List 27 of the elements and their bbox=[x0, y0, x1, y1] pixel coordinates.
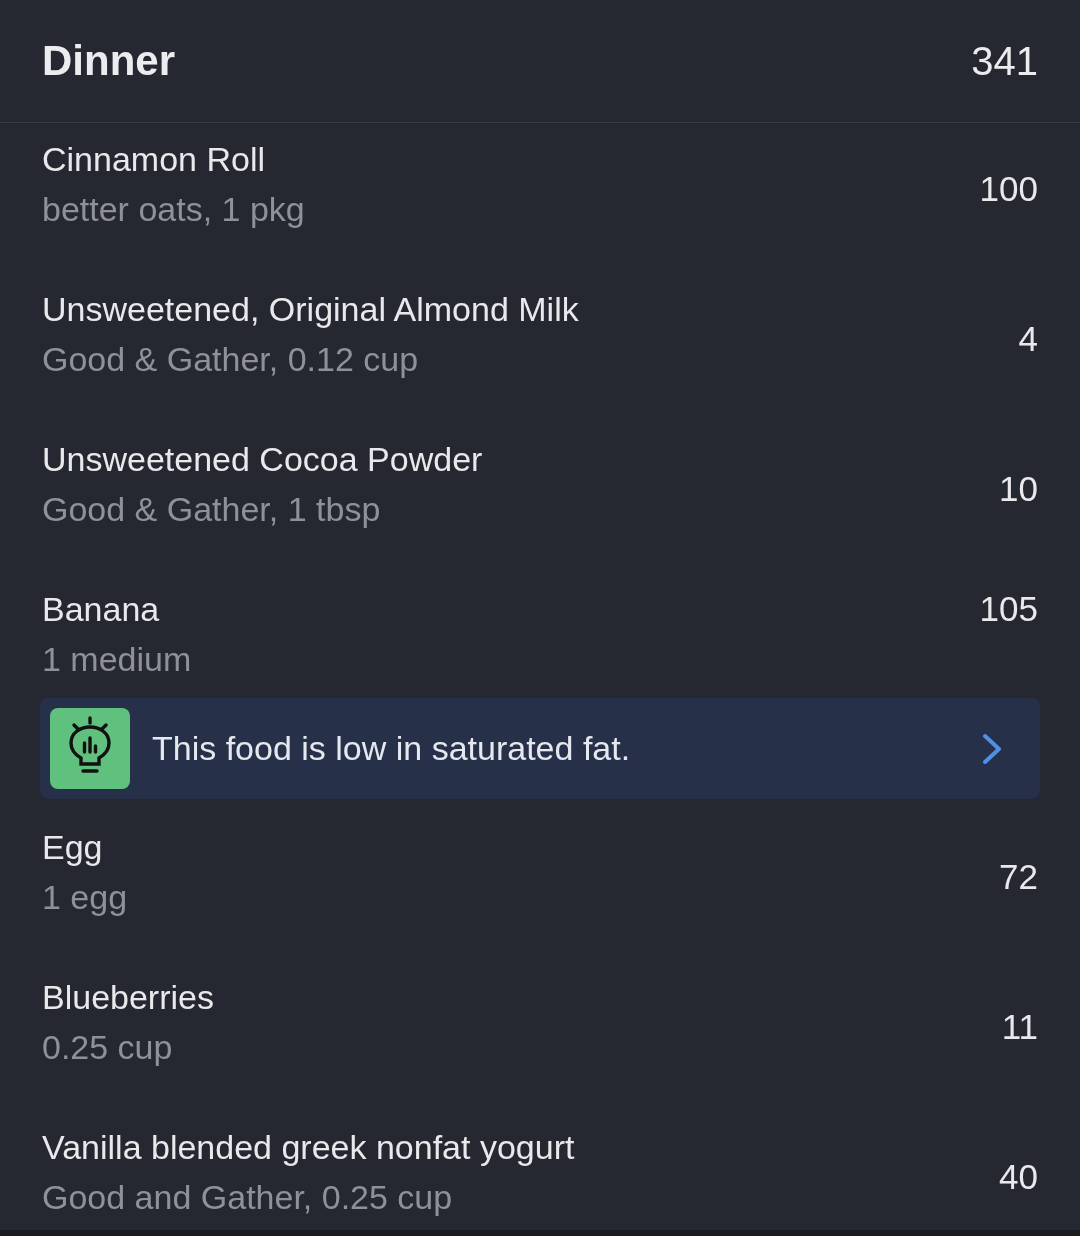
food-calories: 105 bbox=[979, 588, 1038, 630]
meal-title: Dinner bbox=[42, 40, 175, 82]
food-serving: 1 egg bbox=[42, 877, 128, 918]
food-name[interactable]: Banana bbox=[42, 584, 192, 634]
food-name[interactable]: Cinnamon Roll bbox=[42, 134, 305, 184]
food-calories: 40 bbox=[999, 1156, 1038, 1198]
food-calories: 4 bbox=[1018, 318, 1038, 360]
tip-banner[interactable]: This food is low in saturated fat. bbox=[40, 698, 1040, 799]
food-serving: Good and Gather, 0.25 cup bbox=[42, 1177, 454, 1218]
food-serving: better oats, 1 pkg bbox=[42, 189, 305, 230]
food-name[interactable]: Blueberries bbox=[42, 972, 214, 1022]
food-name[interactable]: Egg bbox=[42, 822, 128, 872]
food-name[interactable]: Unsweetened, Original Almond Milk bbox=[42, 284, 579, 334]
food-calories: 11 bbox=[1001, 1006, 1038, 1048]
food-calories: 72 bbox=[999, 856, 1038, 898]
food-name[interactable]: Unsweetened Cocoa Powder bbox=[42, 434, 483, 484]
food-calories: 100 bbox=[979, 168, 1038, 210]
food-calories: 10 bbox=[999, 468, 1038, 510]
food-name[interactable]: Vanilla blended greek nonfat yogurt bbox=[42, 1122, 575, 1172]
tip-text: This food is low in saturated fat. bbox=[152, 728, 632, 769]
meal-calories: 341 bbox=[971, 41, 1038, 81]
food-serving: 1 medium bbox=[42, 639, 192, 680]
food-serving: 0.25 cup bbox=[42, 1027, 174, 1068]
food-serving: Good & Gather, 0.12 cup bbox=[42, 339, 420, 380]
food-serving: Good & Gather, 1 tbsp bbox=[42, 489, 382, 530]
chevron-right-icon bbox=[982, 732, 1002, 765]
lightbulb-chart-icon bbox=[50, 708, 130, 789]
